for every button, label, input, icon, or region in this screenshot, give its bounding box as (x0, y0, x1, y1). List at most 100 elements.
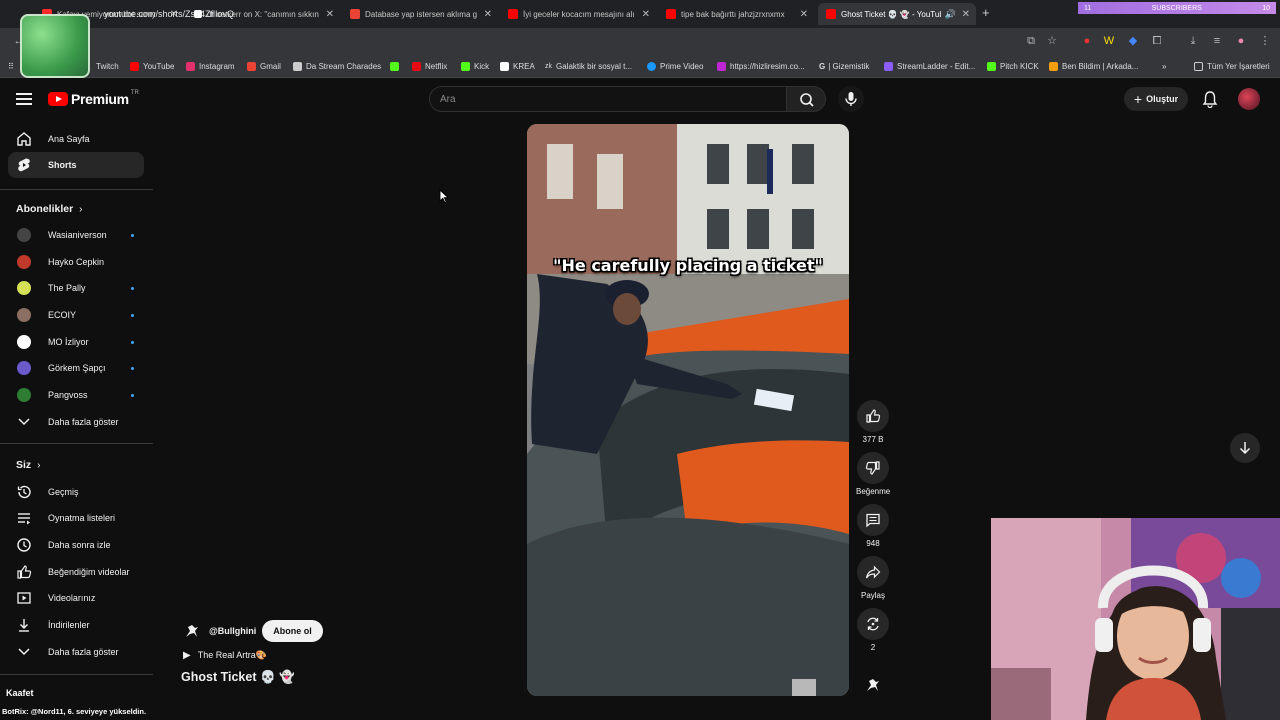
sidebar-item-home[interactable]: Ana Sayfa (8, 126, 144, 152)
bookmark-item[interactable]: G | Gizemistik (819, 62, 869, 71)
search-input[interactable]: Ara (429, 86, 787, 112)
download-icon[interactable]: ⤓ (1186, 34, 1200, 48)
sidebar-show-more-subscriptions[interactable]: Daha fazla göster (8, 409, 144, 435)
extension-icon[interactable]: ◆ (1126, 34, 1140, 48)
puzzle-icon[interactable]: ⧠ (1150, 34, 1164, 48)
sidebar-channel-the-pally[interactable]: The Pally (8, 275, 144, 301)
close-icon[interactable]: ✕ (642, 9, 650, 20)
voice-search-button[interactable] (838, 86, 864, 112)
sidebar-item-liked-videos[interactable]: Beğendiğim videolar (8, 559, 144, 585)
sidebar-show-more-you[interactable]: Daha fazla göster (8, 639, 144, 665)
chevron-down-icon (16, 414, 32, 430)
search-button[interactable] (786, 86, 826, 112)
sidebar-item-label: Oynatma listeleri (48, 513, 116, 523)
short-music[interactable]: ▶ The Real Artra🎨 (183, 650, 267, 661)
sidebar-item-shorts[interactable]: Shorts (8, 152, 144, 178)
media-icon[interactable]: ≡ (1210, 34, 1224, 48)
bookmark-item[interactable]: Gmail (247, 62, 281, 71)
sidebar-item-your-videos[interactable]: Videolarınız (8, 585, 144, 611)
bookmark-item[interactable]: https://hizliresim.co... (717, 62, 805, 71)
sidebar-item-label: İndirilenler (48, 620, 90, 630)
close-icon[interactable]: ✕ (962, 9, 970, 20)
bookmark-item[interactable]: KREA (500, 62, 535, 71)
you-heading[interactable]: Siz › (16, 459, 40, 471)
sidebar-item-downloads[interactable]: İndirilenler (8, 612, 144, 638)
short-video-player[interactable]: "He carefully placing a ticket" (527, 124, 849, 696)
youtube-premium-logo[interactable]: Premium TR (48, 90, 139, 107)
all-bookmarks[interactable]: Tüm Yer İşaretleri (1194, 62, 1270, 71)
channel-handle[interactable]: @Bullghini (209, 626, 256, 636)
apps-grid-icon[interactable]: ⠿ (8, 62, 14, 71)
profile-icon[interactable]: ● (1234, 34, 1248, 48)
speaker-icon[interactable]: 🔊 (945, 9, 956, 20)
subs-right-count: 10 (1262, 4, 1270, 12)
menu-kebab-icon[interactable]: ⋮ (1258, 34, 1272, 48)
bookmark-item[interactable]: zk Galaktik bir sosyal t... (545, 62, 632, 71)
bookmark-item[interactable] (390, 62, 403, 71)
url-field[interactable]: youtube.com/shorts/Zs74ZflIovQ (104, 9, 234, 19)
bookmark-item[interactable]: YouTube (130, 62, 174, 71)
bookmark-item[interactable]: Prime Video (647, 62, 703, 71)
comments-button[interactable]: 948 (856, 504, 890, 548)
downloads-icon (16, 617, 32, 633)
sidebar-channel-hayko-cepkin[interactable]: Hayko Cepkin (8, 249, 144, 275)
sidebar-item-playlists[interactable]: Oynatma listeleri (8, 505, 144, 531)
sidebar-channel-gorkem-sapci[interactable]: Görkem Şapçı (8, 355, 144, 381)
browser-tab-5[interactable]: tipe bak bağırttı jahzjzrxnxmx ✕ (658, 3, 814, 25)
bookmark-label: Gmail (260, 62, 281, 71)
bookmark-item[interactable]: Instagram (186, 62, 235, 71)
sidebar-channel-mo-izliyor[interactable]: MO İzliyor (8, 329, 144, 355)
sound-channel-avatar[interactable] (856, 676, 890, 694)
close-icon[interactable]: ✕ (484, 9, 492, 20)
sidebar-channel-pangvoss[interactable]: Pangvoss (8, 382, 144, 408)
close-icon[interactable]: ✕ (326, 9, 334, 20)
hamburger-menu-icon[interactable] (16, 93, 32, 108)
like-button[interactable]: 377 B (856, 400, 890, 444)
bookmark-item[interactable]: StreamLadder - Edit... (884, 62, 975, 71)
bookmark-item[interactable]: Netflix (412, 62, 447, 71)
new-tab-button[interactable]: + (982, 5, 990, 20)
all-bookmarks-label: Tüm Yer İşaretleri (1207, 62, 1270, 71)
channel-avatar (17, 388, 31, 402)
your-videos-icon (16, 590, 32, 606)
next-short-button[interactable] (1230, 433, 1260, 463)
thumbs-up-icon (866, 409, 881, 423)
browser-tab-4[interactable]: İyi geceler kocacım mesajını alı ✕ (500, 3, 656, 25)
bookmark-label: YouTube (143, 62, 175, 71)
avatar[interactable] (1238, 88, 1260, 110)
bookmark-label: StreamLadder - Edit... (897, 62, 976, 71)
youtube-icon (130, 62, 139, 71)
plus-icon: + (1133, 91, 1143, 107)
share-button[interactable]: Paylaş (856, 556, 890, 600)
tab-title: Ghost Ticket 💀 👻 - YouTub (841, 9, 941, 19)
history-icon (16, 484, 32, 500)
bookmark-item[interactable]: Pitch KICK (987, 62, 1039, 71)
sidebar-channel-ecoiy[interactable]: ECOIY (8, 302, 144, 328)
cast-icon[interactable]: ⧉ (1024, 34, 1038, 48)
bookmarks-more[interactable]: » (1162, 62, 1166, 71)
bookmark-item[interactable]: Kick (461, 62, 489, 71)
remix-button[interactable]: 2 (856, 608, 890, 652)
channel-avatar (17, 308, 31, 322)
browser-tab-3[interactable]: Database yap istersen aklıma g ✕ (342, 3, 498, 25)
new-content-dot (131, 313, 134, 317)
bookmark-item[interactable]: Da Stream Charades (293, 62, 381, 71)
bookmark-item[interactable]: Twitch (96, 62, 119, 71)
sidebar-channel-wasianiverson[interactable]: Wasianiverson (8, 222, 144, 248)
extension-icon[interactable]: W (1102, 34, 1116, 48)
browser-tab-active[interactable]: Ghost Ticket 💀 👻 - YouTub 🔊 ✕ (818, 3, 976, 25)
create-button[interactable]: + Oluştur (1124, 87, 1188, 111)
channel-avatar[interactable] (183, 622, 201, 640)
sidebar-item-history[interactable]: Geçmiş (8, 479, 144, 505)
sidebar-item-watch-later[interactable]: Daha sonra izle (8, 532, 144, 558)
notifications-bell-icon[interactable] (1202, 90, 1218, 109)
running-bull-icon (864, 676, 882, 694)
subscribe-button[interactable]: Abone ol (262, 620, 323, 642)
bookmark-item[interactable]: Ben Bildim | Arkada... (1049, 62, 1138, 71)
extension-icon[interactable]: ● (1080, 34, 1094, 48)
close-icon[interactable]: ✕ (800, 9, 808, 20)
subscriptions-heading[interactable]: Abonelikler › (16, 203, 82, 215)
bookmark-star-icon[interactable]: ☆ (1045, 34, 1059, 48)
dislike-button[interactable]: Beğenme (856, 452, 890, 496)
bookmark-label: Twitch (96, 62, 119, 71)
